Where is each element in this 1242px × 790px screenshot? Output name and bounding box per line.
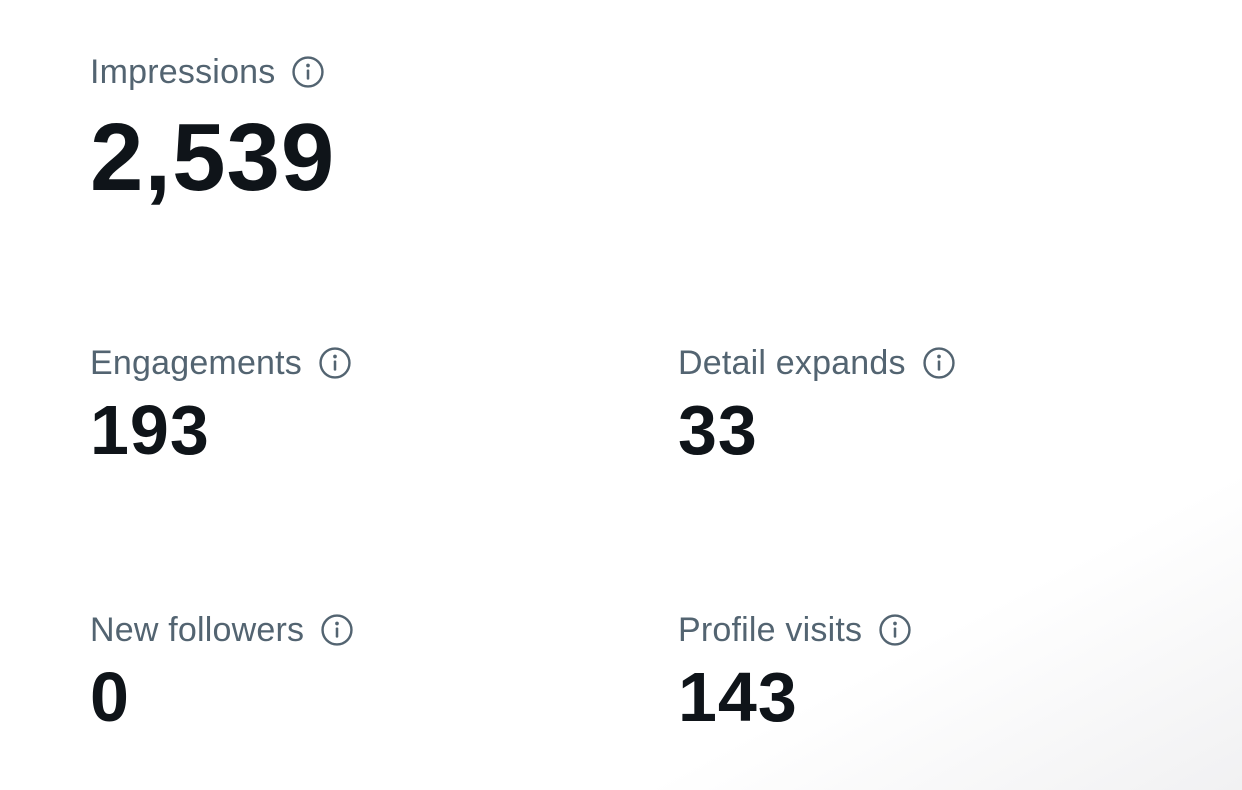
detail-expands-label: Detail expands <box>678 343 906 382</box>
info-circle-icon[interactable] <box>318 346 352 380</box>
metric-label-row: Engagements <box>90 343 352 383</box>
metric-label-row: Impressions <box>90 52 335 92</box>
info-circle-icon[interactable] <box>320 613 354 647</box>
info-circle-icon[interactable] <box>922 346 956 380</box>
metric-label-row: New followers <box>90 610 354 650</box>
metric-label-row: Profile visits <box>678 610 912 650</box>
engagements-label: Engagements <box>90 343 303 382</box>
new-followers-value: 0 <box>90 658 130 736</box>
info-circle-icon[interactable] <box>878 613 912 647</box>
impressions-value: 2,539 <box>90 104 336 211</box>
profile-visits-label: Profile visits <box>678 610 863 649</box>
metric-profile-visits: Profile visits 143 <box>678 610 912 732</box>
impressions-label: Impressions <box>90 52 276 91</box>
metric-label-row: Detail expands <box>678 343 956 383</box>
metric-impressions: Impressions 2,539 <box>90 52 335 206</box>
metric-engagements: Engagements 193 <box>90 343 352 465</box>
engagements-value: 193 <box>90 391 210 469</box>
info-circle-icon[interactable] <box>291 55 325 89</box>
metric-new-followers: New followers 0 <box>90 610 354 732</box>
metric-detail-expands: Detail expands 33 <box>678 343 956 465</box>
detail-expands-value: 33 <box>678 391 758 469</box>
profile-visits-value: 143 <box>678 658 798 736</box>
new-followers-label: New followers <box>90 610 305 649</box>
